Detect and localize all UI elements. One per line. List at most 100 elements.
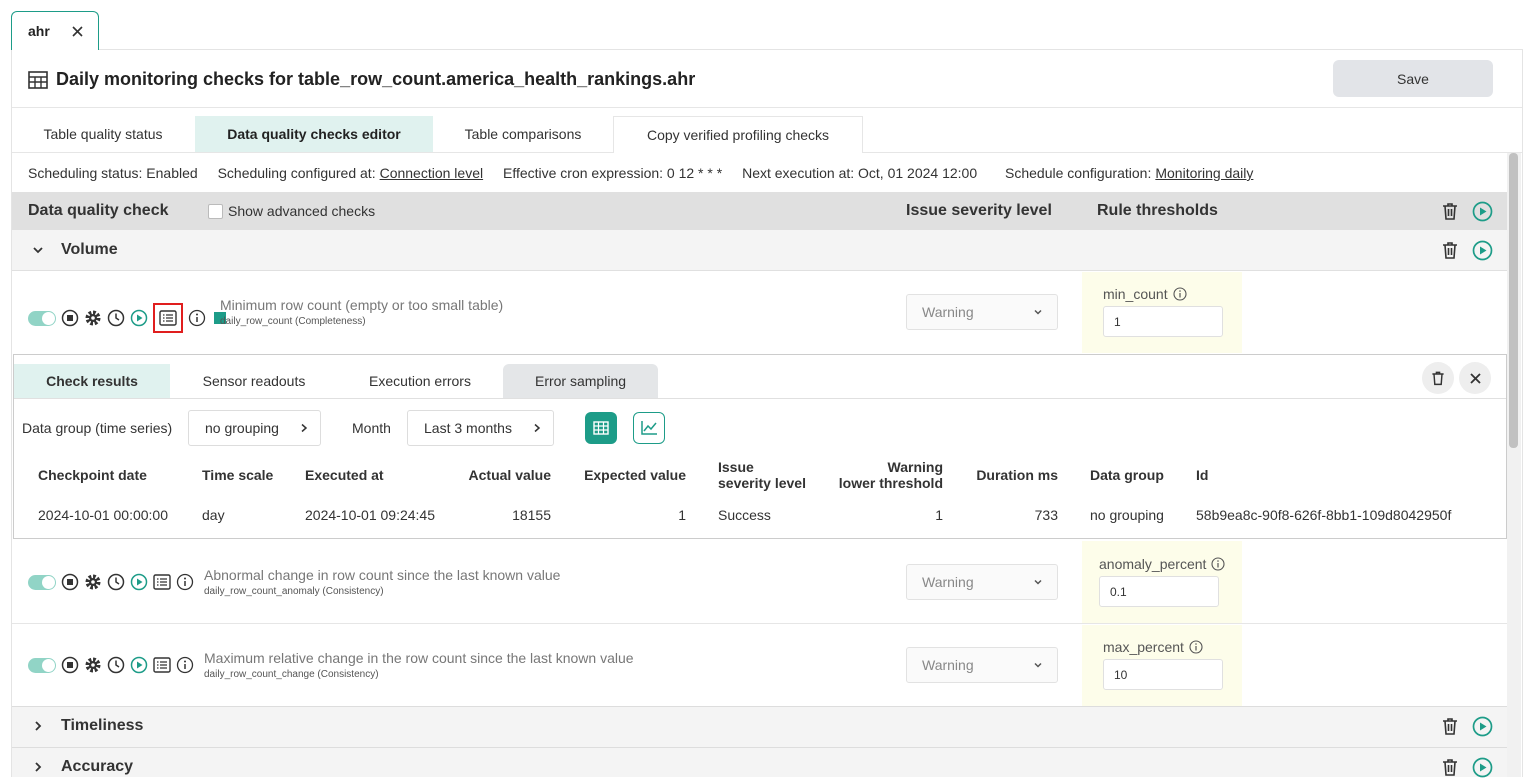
col-warning-threshold: Warning lower threshold [814, 459, 943, 491]
col-data-group: Data group [1090, 467, 1164, 483]
table-view-button[interactable] [585, 412, 617, 444]
col-issue-line1: Issue [718, 459, 754, 475]
col-checkpoint-date: Checkpoint date [38, 467, 147, 483]
delete-volume-icon[interactable] [1440, 240, 1460, 260]
tab-table-comparisons[interactable]: Table comparisons [450, 116, 596, 152]
chevron-down-icon[interactable] [32, 244, 44, 256]
save-button[interactable]: Save [1333, 60, 1493, 97]
results-list-icon[interactable] [153, 574, 171, 590]
rule-thresholds-header: Rule thresholds [1097, 202, 1218, 219]
delete-timeliness-icon[interactable] [1440, 716, 1460, 736]
data-group-value: no grouping [205, 420, 279, 436]
threshold-label: min_count [1103, 286, 1187, 302]
gear-icon[interactable] [84, 309, 102, 327]
threshold-input[interactable]: 10 [1103, 659, 1223, 690]
col-warning-line2: lower threshold [838, 475, 943, 491]
monitoring-daily-link[interactable]: Monitoring daily [1155, 165, 1253, 181]
file-tab-ahr[interactable]: ahr [11, 11, 99, 50]
severity-value: Warning [922, 657, 974, 673]
scrollbar-thumb[interactable] [1509, 153, 1518, 448]
run-timeliness-icon[interactable] [1472, 716, 1493, 737]
chevron-right-icon [301, 423, 308, 433]
severity-select[interactable]: Warning [906, 647, 1058, 683]
chevron-right-icon[interactable] [33, 720, 43, 732]
cron-expression: Effective cron expression: 0 12 * * * [502, 165, 723, 181]
line-chart-icon [641, 421, 657, 435]
show-advanced-label: Show advanced checks [228, 203, 376, 219]
chevron-down-icon [1033, 307, 1043, 317]
info-icon[interactable] [188, 309, 206, 327]
clock-icon[interactable] [107, 573, 125, 591]
tabs-divider [14, 398, 1506, 399]
tab-check-results[interactable]: Check results [14, 364, 170, 398]
stop-icon[interactable] [61, 573, 79, 591]
gear-icon[interactable] [84, 573, 102, 591]
severity-select[interactable]: Warning [906, 294, 1058, 330]
tab-sensor-readouts[interactable]: Sensor readouts [186, 364, 322, 398]
col-actual-value: Actual value [468, 467, 551, 483]
chevron-down-icon [1033, 577, 1043, 587]
month-value: Last 3 months [424, 420, 512, 436]
page-title-text: Daily monitoring checks for table_row_co… [56, 69, 696, 89]
run-all-icon[interactable] [1472, 201, 1493, 222]
page-title: Daily monitoring checks for table_row_co… [28, 69, 695, 90]
data-group-dropdown[interactable]: no grouping [188, 410, 321, 446]
threshold-input[interactable]: 1 [1103, 306, 1223, 337]
section-accuracy[interactable] [12, 747, 1508, 777]
section-timeliness[interactable] [12, 706, 1508, 747]
table-icon [593, 421, 609, 435]
schedule-info: Scheduling status: Enabled Scheduling co… [28, 165, 1269, 181]
scheduling-status: Scheduling status: Enabled [28, 165, 198, 181]
gear-icon[interactable] [84, 656, 102, 674]
chevron-right-icon[interactable] [33, 761, 43, 773]
tab-execution-errors[interactable]: Execution errors [354, 364, 486, 398]
check-sub: daily_row_count (Completeness) [220, 316, 366, 327]
severity-value: Warning [922, 304, 974, 320]
close-tab-icon[interactable] [72, 25, 83, 37]
enable-toggle[interactable] [28, 657, 56, 673]
tab-error-sampling[interactable]: Error sampling [503, 364, 658, 398]
info-icon [1173, 287, 1187, 301]
check-name: Minimum row count (empty or too small ta… [220, 297, 504, 313]
run-check-icon[interactable] [130, 656, 148, 674]
delete-all-icon[interactable] [1440, 201, 1460, 221]
results-list-icon[interactable] [153, 303, 183, 333]
run-accuracy-icon[interactable] [1472, 757, 1493, 778]
chart-view-button[interactable] [633, 412, 665, 444]
severity-select[interactable]: Warning [906, 564, 1058, 600]
enable-toggle[interactable] [28, 574, 56, 590]
schedule-configuration: Schedule configuration: Monitoring daily [1005, 165, 1254, 181]
tab-data-quality-checks-editor[interactable]: Data quality checks editor [195, 116, 433, 152]
col-warning-line1: Warning [887, 459, 943, 475]
info-icon[interactable] [176, 656, 194, 674]
check-name-block: Maximum relative change in the row count… [204, 650, 634, 680]
tab-copy-verified-profiling-checks[interactable]: Copy verified profiling checks [613, 116, 863, 153]
section-accuracy-label: Accuracy [61, 758, 134, 775]
month-dropdown[interactable]: Last 3 months [407, 410, 554, 446]
results-list-icon[interactable] [153, 657, 171, 673]
stop-icon[interactable] [61, 656, 79, 674]
delete-accuracy-icon[interactable] [1440, 757, 1460, 777]
clock-icon[interactable] [107, 309, 125, 327]
run-check-icon[interactable] [130, 309, 148, 327]
check-name: Maximum relative change in the row count… [204, 650, 634, 666]
file-tab-label: ahr [28, 23, 50, 39]
table-icon [28, 70, 48, 89]
threshold-input[interactable]: 0.1 [1099, 576, 1219, 607]
tab-table-quality-status[interactable]: Table quality status [28, 116, 178, 152]
run-check-icon[interactable] [130, 573, 148, 591]
run-volume-icon[interactable] [1472, 240, 1493, 261]
info-icon[interactable] [176, 573, 194, 591]
delete-results-button[interactable] [1422, 362, 1454, 394]
stop-icon[interactable] [61, 309, 79, 327]
show-advanced-checks[interactable]: Show advanced checks [208, 203, 375, 219]
enable-toggle[interactable] [28, 310, 56, 326]
clock-icon[interactable] [107, 656, 125, 674]
show-advanced-checkbox[interactable] [208, 203, 223, 219]
section-volume[interactable] [12, 230, 1508, 271]
col-executed-at: Executed at [305, 467, 384, 483]
close-results-button[interactable] [1459, 362, 1491, 394]
section-timeliness-label: Timeliness [61, 717, 144, 734]
connection-level-link[interactable]: Connection level [380, 165, 484, 181]
col-id: Id [1196, 467, 1209, 483]
